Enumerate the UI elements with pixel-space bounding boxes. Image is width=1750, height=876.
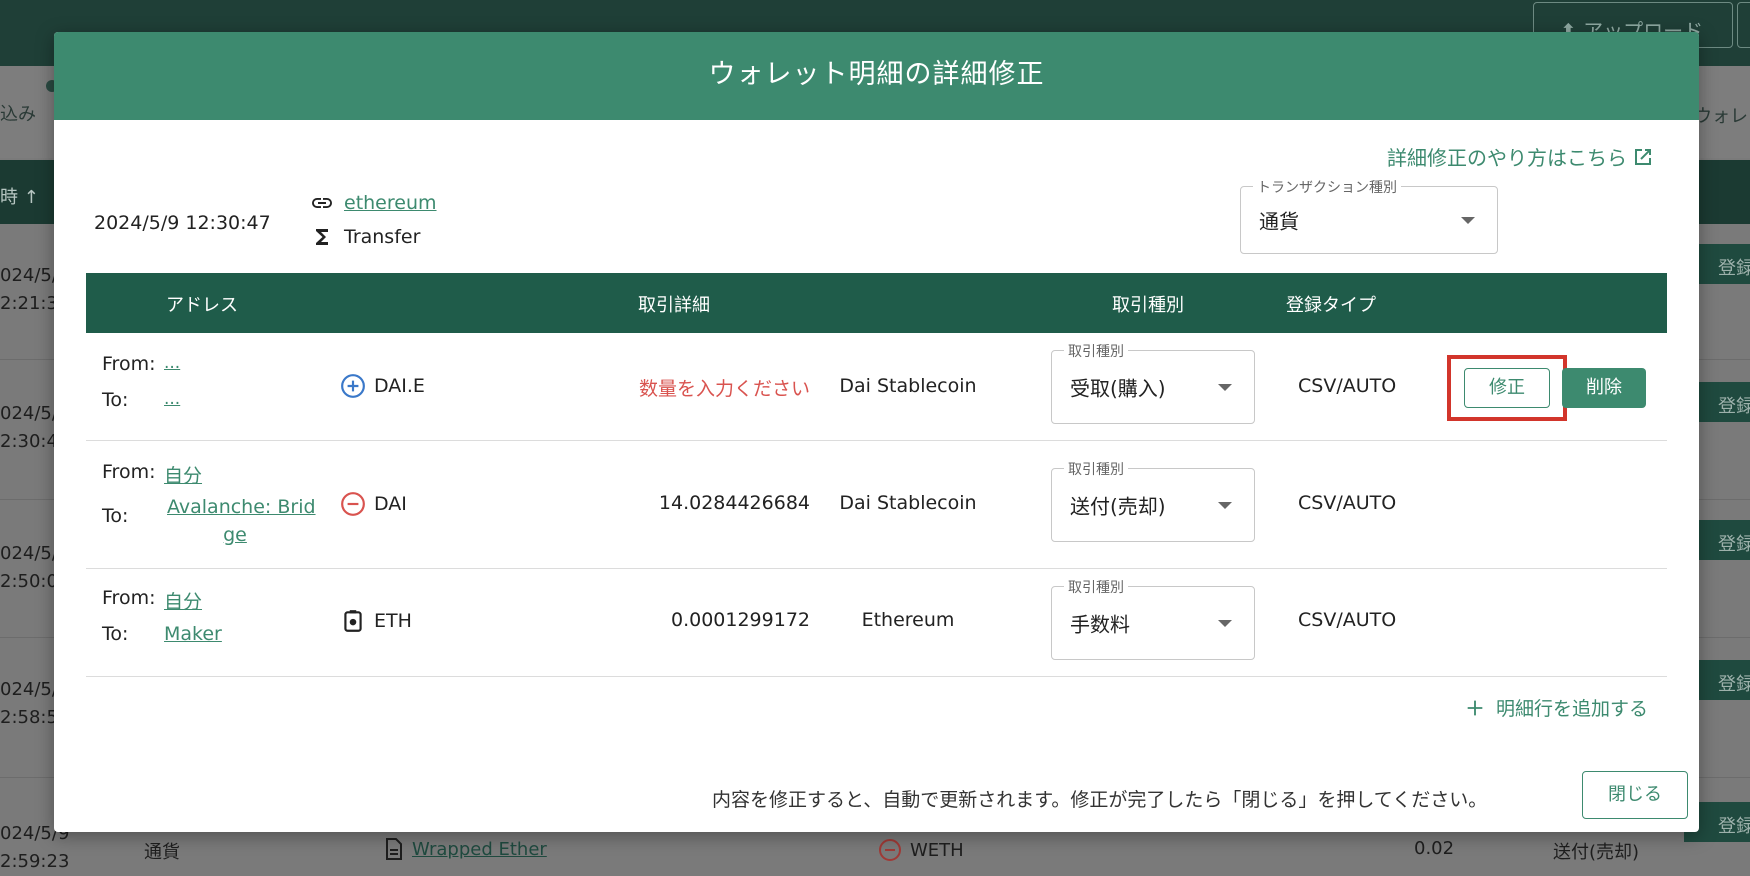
link-icon xyxy=(312,198,332,208)
amount[interactable]: 14.0284426684 xyxy=(570,492,810,514)
caret-down-icon xyxy=(1218,620,1232,627)
detail-table-header: アドレス 取引詳細 取引種別 登録タイプ xyxy=(86,273,1667,333)
background-button[interactable] xyxy=(1737,2,1750,48)
table-row: From: 自分 To: Maker ETH 0.0001299172 Ethe… xyxy=(86,569,1667,677)
minus-circle-icon xyxy=(879,839,901,861)
transaction-type-value: 通貨 xyxy=(1259,209,1299,234)
from-address-link[interactable]: 自分 xyxy=(164,461,202,488)
add-row-label: 明細行を追加する xyxy=(1496,698,1649,720)
kind-value: 手数料 xyxy=(1070,612,1130,637)
fee-gauge-icon xyxy=(344,610,362,632)
open-in-new-icon xyxy=(1635,148,1651,165)
chain-link[interactable]: ethereum xyxy=(344,192,437,214)
caret-down-icon xyxy=(1218,384,1232,391)
asset: DAI.E xyxy=(340,373,425,399)
caret-down-icon xyxy=(1461,217,1475,224)
to-address-link[interactable]: Maker xyxy=(164,623,222,645)
edit-dialog: ウォレット明細の詳細修正 詳細修正のやり方はこちら 2024/5/9 12:30… xyxy=(54,32,1699,832)
asset-symbol: DAI.E xyxy=(374,375,425,397)
kind-select[interactable]: 取引種別 手数料 xyxy=(1051,577,1255,660)
help-link-label: 詳細修正のやり方はこちら xyxy=(1387,146,1627,170)
background-header-text: 時 ↑ xyxy=(0,187,39,208)
to-label: To: xyxy=(102,505,129,527)
to-address-link[interactable]: Avalanche: Brid ge xyxy=(167,493,316,549)
to-address-line: Avalanche: Brid xyxy=(167,496,316,518)
background-date: 024/5/ 2:50:0 xyxy=(0,543,58,592)
register-type: CSV/AUTO xyxy=(1298,375,1397,397)
background-kind: 送付(売却) xyxy=(1553,842,1640,863)
minus-circle-icon xyxy=(341,492,365,516)
method-label: Transfer xyxy=(344,226,421,248)
asset-name: Dai Stablecoin xyxy=(839,492,977,514)
background-date: 024/5/ 2:21:3 xyxy=(0,265,58,314)
background-date: 024/5/ 2:58:5 xyxy=(0,679,58,728)
table-row: From: 自分 To: Avalanche: Brid ge DAI 14.0… xyxy=(86,441,1667,569)
kind-select[interactable]: 取引種別 送付(売却) xyxy=(1051,459,1255,542)
register-type: CSV/AUTO xyxy=(1298,609,1397,631)
amount-placeholder[interactable]: 数量を入力ください xyxy=(570,374,810,401)
document-icon xyxy=(386,838,402,860)
to-label: To: xyxy=(102,623,129,645)
kind-value: 受取(購入) xyxy=(1070,376,1166,401)
edit-button[interactable]: 修正 xyxy=(1464,368,1550,408)
amount[interactable]: 0.0001299172 xyxy=(570,609,810,631)
asset-symbol: ETH xyxy=(374,610,412,632)
transaction-type-select[interactable]: トランザクション種別 通貨 xyxy=(1240,177,1498,254)
background-date: 024/5/ 2:30:4 xyxy=(0,403,58,452)
sigma-icon xyxy=(316,229,328,245)
background-amount: 0.02 xyxy=(1414,838,1455,859)
background-asset-label: WETH xyxy=(910,839,964,861)
background-right-text: ウォレ xyxy=(1694,106,1748,127)
background-type: 通貨 xyxy=(144,842,180,863)
kind-legend: 取引種別 xyxy=(1064,577,1128,597)
asset-name: Ethereum xyxy=(861,609,955,631)
footer-note: 内容を修正すると、自動で更新されます。修正が完了したら「閉じる」を押してください… xyxy=(712,789,1488,811)
kind-value: 送付(売却) xyxy=(1070,494,1166,519)
transaction-meta: ethereum Transfer xyxy=(310,186,437,254)
asset: ETH xyxy=(340,608,412,634)
register-type: CSV/AUTO xyxy=(1298,492,1397,514)
help-link[interactable]: 詳細修正のやり方はこちら xyxy=(1387,142,1655,171)
plus-circle-icon xyxy=(341,374,365,398)
column-detail: 取引詳細 xyxy=(638,295,710,316)
kind-select[interactable]: 取引種別 受取(購入) xyxy=(1051,341,1255,424)
from-label: From: xyxy=(102,461,156,483)
table-row: From: ... To: ... DAI.E 数量を入力ください Dai St… xyxy=(86,333,1667,441)
to-address-line: ge xyxy=(223,524,247,546)
kind-legend: 取引種別 xyxy=(1064,341,1128,361)
asset: DAI xyxy=(340,491,407,517)
plus-icon xyxy=(1467,700,1483,715)
column-address: アドレス xyxy=(166,295,238,316)
transaction-type-legend: トランザクション種別 xyxy=(1253,177,1401,197)
from-label: From: xyxy=(102,587,156,609)
background-token: Wrapped Ether xyxy=(384,838,547,860)
dialog-title: ウォレット明細の詳細修正 xyxy=(54,32,1699,120)
close-button[interactable]: 閉じる xyxy=(1582,771,1688,819)
from-label: From: xyxy=(102,353,156,375)
caret-down-icon xyxy=(1218,502,1232,509)
column-regtype: 登録タイプ xyxy=(1286,295,1376,316)
delete-button[interactable]: 削除 xyxy=(1562,368,1646,408)
from-address-link[interactable]: 自分 xyxy=(164,587,202,614)
asset-symbol: DAI xyxy=(374,493,407,515)
background-left-text: 込み xyxy=(0,104,36,125)
background-token-link[interactable]: Wrapped Ether xyxy=(412,839,547,860)
to-address-link[interactable]: ... xyxy=(164,389,180,409)
transaction-timestamp: 2024/5/9 12:30:47 xyxy=(94,212,271,234)
asset-name: Dai Stablecoin xyxy=(839,375,977,397)
to-label: To: xyxy=(102,389,129,411)
background-asset: WETH xyxy=(878,838,964,862)
kind-legend: 取引種別 xyxy=(1064,459,1128,479)
add-row-button[interactable]: 明細行を追加する xyxy=(1464,694,1648,721)
column-kind: 取引種別 xyxy=(1112,295,1184,316)
from-address-link[interactable]: ... xyxy=(164,353,180,373)
